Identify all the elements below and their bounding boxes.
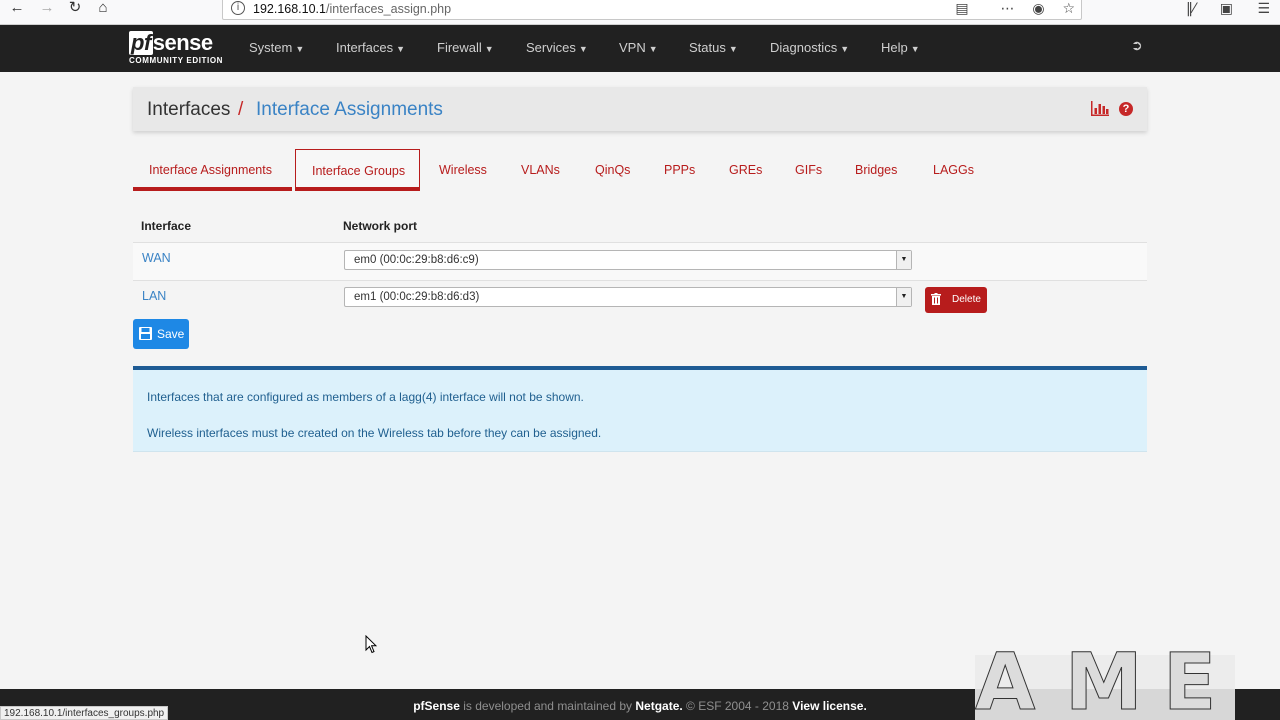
breadcrumb-separator: / bbox=[238, 99, 244, 120]
caret-down-icon: ▼ bbox=[578, 44, 588, 54]
info-text: Interfaces that are configured as member… bbox=[147, 390, 584, 404]
save-label: Save bbox=[157, 327, 185, 341]
watermark-letter: A bbox=[974, 638, 1036, 720]
more-actions-icon[interactable]: ⋯ bbox=[1000, 1, 1014, 17]
network-port-value: em1 (00:0c:29:b8:d6:d3) bbox=[354, 291, 480, 303]
tab-gres[interactable]: GREs bbox=[713, 149, 778, 191]
back-icon[interactable]: ← bbox=[6, 0, 28, 18]
logo-edition: COMMUNITY EDITION bbox=[129, 56, 224, 65]
trash-icon bbox=[931, 293, 941, 305]
network-port-select[interactable]: em0 (00:0c:29:b8:d6:c9) ▼ bbox=[344, 250, 912, 270]
interface-link-wan[interactable]: WAN bbox=[142, 251, 171, 265]
address-bar[interactable]: i 192.168.10.1/interfaces_assign.php ▤ ⋯… bbox=[222, 0, 1082, 20]
browser-toolbar: ← → ↻ ⌂ i 192.168.10.1/interfaces_assign… bbox=[0, 0, 1280, 25]
watermark-letter: E bbox=[1162, 638, 1217, 720]
tab-qinqs[interactable]: QinQs bbox=[579, 149, 646, 191]
caret-down-icon: ▼ bbox=[295, 44, 305, 54]
column-header-network-port: Network port bbox=[343, 219, 418, 233]
footer-company-link[interactable]: Netgate. bbox=[635, 699, 682, 713]
footer-brand: pfSense bbox=[413, 699, 460, 713]
reload-icon[interactable]: ↻ bbox=[64, 0, 86, 18]
tab-gifs[interactable]: GIFs bbox=[779, 149, 838, 191]
delete-label: Delete bbox=[952, 294, 981, 305]
caret-down-icon: ▼ bbox=[648, 44, 658, 54]
tab-interface-groups[interactable]: Interface Groups bbox=[295, 149, 420, 191]
info-alert: Interfaces that are configured as member… bbox=[133, 366, 1147, 452]
reader-view-icon[interactable]: ▤ bbox=[955, 1, 968, 17]
logo-pf: pf bbox=[129, 30, 153, 55]
url-text: 192.168.10.1/interfaces_assign.php bbox=[253, 2, 452, 16]
page-title[interactable]: Interface Assignments bbox=[256, 99, 443, 121]
floppy-disk-icon bbox=[139, 327, 152, 340]
pfsense-logo[interactable]: pfsense COMMUNITY EDITION bbox=[129, 31, 223, 65]
caret-down-icon: ▼ bbox=[484, 44, 494, 54]
delete-button[interactable]: Delete bbox=[925, 287, 987, 313]
tab-vlans[interactable]: VLANs bbox=[505, 149, 576, 191]
caret-down-icon: ▼ bbox=[910, 44, 920, 54]
menu-system[interactable]: System ▼ bbox=[249, 40, 304, 55]
save-button[interactable]: Save bbox=[133, 319, 189, 349]
mouse-cursor-icon bbox=[365, 635, 377, 654]
watermark-letter: M bbox=[1065, 638, 1144, 720]
footer-license-link[interactable]: View license. bbox=[792, 699, 867, 713]
bookmark-star-icon[interactable]: ☆ bbox=[1062, 1, 1075, 17]
watermark: A M E bbox=[974, 638, 1235, 720]
info-text: Wireless interfaces must be created on t… bbox=[147, 426, 602, 440]
tab-bar: Interface Assignments Interface Groups W… bbox=[133, 149, 1147, 193]
network-port-value: em0 (00:0c:29:b8:d6:c9) bbox=[354, 254, 479, 266]
forward-icon[interactable]: → bbox=[36, 0, 58, 18]
home-icon[interactable]: ⌂ bbox=[92, 0, 114, 18]
breadcrumb: Interfaces / Interface Assignments ? bbox=[133, 87, 1147, 131]
library-icon[interactable]: ‖⁄ bbox=[1186, 1, 1195, 17]
info-icon[interactable]: i bbox=[231, 1, 245, 15]
logout-icon[interactable]: ➲ bbox=[1131, 38, 1143, 54]
breadcrumb-parent[interactable]: Interfaces bbox=[147, 99, 230, 121]
help-icon[interactable]: ? bbox=[1119, 102, 1133, 116]
menu-status[interactable]: Status ▼ bbox=[689, 40, 738, 55]
menu-services[interactable]: Services ▼ bbox=[526, 40, 588, 55]
status-bar-url: 192.168.10.1/interfaces_groups.php bbox=[0, 706, 169, 720]
footer-text: is developed and maintained by bbox=[459, 699, 636, 713]
tab-bridges[interactable]: Bridges bbox=[839, 149, 913, 191]
caret-down-icon: ▼ bbox=[840, 44, 850, 54]
footer-copyright: © ESF 2004 - 2018 bbox=[682, 699, 793, 713]
menu-help[interactable]: Help ▼ bbox=[881, 40, 920, 55]
interface-link-lan[interactable]: LAN bbox=[142, 289, 166, 303]
logo-sense: sense bbox=[152, 30, 213, 55]
table-row: WAN em0 (00:0c:29:b8:d6:c9) ▼ bbox=[133, 242, 1147, 280]
bar-chart-icon[interactable] bbox=[1091, 101, 1109, 116]
tab-wireless[interactable]: Wireless bbox=[423, 149, 503, 191]
menu-firewall[interactable]: Firewall ▼ bbox=[437, 40, 494, 55]
column-header-interface: Interface bbox=[141, 219, 192, 233]
caret-down-icon: ▼ bbox=[728, 44, 738, 54]
dropdown-arrow-icon[interactable]: ▼ bbox=[896, 288, 911, 306]
network-port-select[interactable]: em1 (00:0c:29:b8:d6:d3) ▼ bbox=[344, 287, 912, 307]
tab-ppps[interactable]: PPPs bbox=[648, 149, 711, 191]
tab-laggs[interactable]: LAGGs bbox=[917, 149, 990, 191]
table-row: LAN em1 (00:0c:29:b8:d6:d3) ▼ Delete bbox=[133, 280, 1147, 318]
top-navbar: pfsense COMMUNITY EDITION System ▼ Interf… bbox=[0, 25, 1280, 72]
menu-icon[interactable]: ☰ bbox=[1257, 1, 1270, 17]
dropdown-arrow-icon[interactable]: ▼ bbox=[896, 251, 911, 269]
sidebar-icon[interactable]: ▣ bbox=[1220, 1, 1233, 17]
caret-down-icon: ▼ bbox=[396, 44, 406, 54]
tab-interface-assignments[interactable]: Interface Assignments bbox=[133, 149, 292, 191]
menu-diagnostics[interactable]: Diagnostics ▼ bbox=[770, 40, 849, 55]
menu-interfaces[interactable]: Interfaces ▼ bbox=[336, 40, 405, 55]
menu-vpn[interactable]: VPN ▼ bbox=[619, 40, 658, 55]
pocket-icon[interactable]: ◉ bbox=[1032, 1, 1044, 17]
